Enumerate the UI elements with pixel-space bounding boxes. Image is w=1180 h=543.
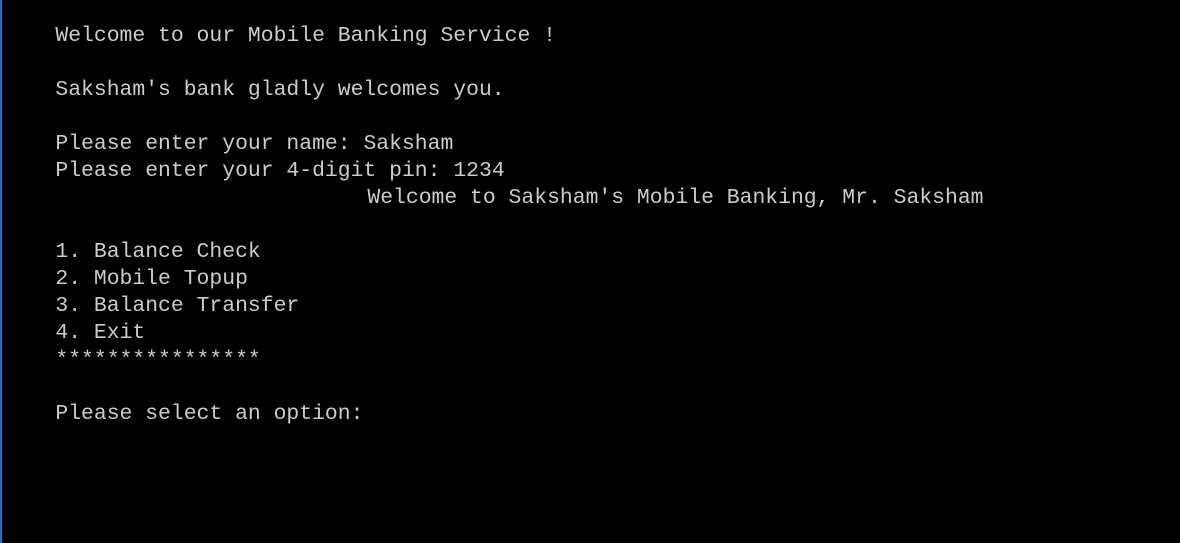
personal-welcome-line: Welcome to Saksham's Mobile Banking, Mr.… [316, 158, 983, 210]
personal-welcome-text: Welcome to Saksham's Mobile Banking, Mr.… [367, 186, 984, 210]
welcome-text: Welcome to our Mobile Banking Service ! [55, 24, 556, 48]
console-window[interactable]: Welcome to our Mobile Banking Service ! … [0, 0, 1180, 543]
menu-item-exit: 4. Exit [4, 293, 145, 345]
separator-line: **************** [4, 320, 260, 372]
bank-greeting-text: Saksham's bank gladly welcomes you. [55, 78, 505, 102]
select-option-line[interactable]: Please select an option: [4, 374, 363, 426]
select-option-prompt: Please select an option: [55, 402, 364, 426]
pin-entry-line: Please enter your 4-digit pin: 1234 [4, 131, 504, 183]
menu-item-balance-transfer: 3. Balance Transfer [4, 266, 299, 318]
name-entry-line: Please enter your name: Saksham [4, 104, 453, 156]
menu-item-balance-check: 1. Balance Check [4, 212, 260, 264]
welcome-line: Welcome to our Mobile Banking Service ! [4, 0, 556, 48]
bank-greeting-line: Saksham's bank gladly welcomes you. [4, 50, 504, 102]
menu-item-mobile-topup: 2. Mobile Topup [4, 239, 248, 291]
separator-text: **************** [55, 348, 261, 372]
